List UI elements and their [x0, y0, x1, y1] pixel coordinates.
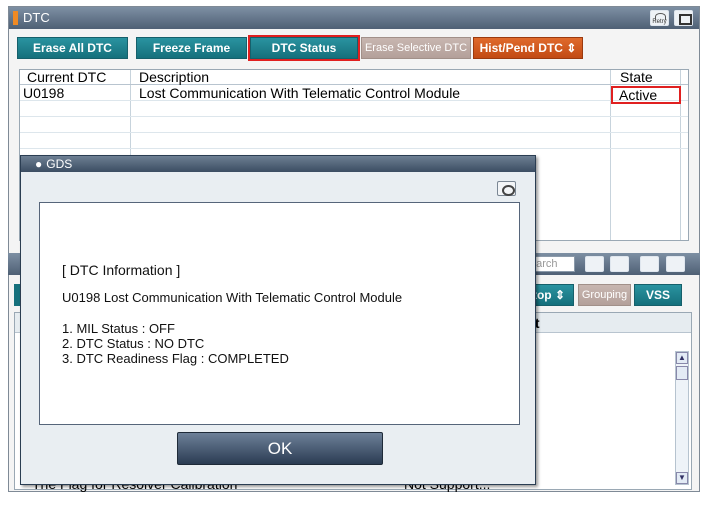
gds-dialog: ● GDS [ DTC Information ] U0198 Lost Comm… — [20, 155, 536, 485]
scroll-down-icon[interactable]: ▼ — [676, 472, 688, 484]
header-current-dtc: Current DTC — [27, 69, 107, 85]
scroll-thumb[interactable] — [676, 366, 688, 380]
retry-icon[interactable]: Retry — [650, 10, 669, 26]
erase-all-dtc-button[interactable]: Erase All DTC — [17, 37, 128, 59]
vss-button[interactable]: VSS — [634, 284, 682, 306]
title-marker — [13, 11, 18, 25]
scrollbar[interactable]: ▲ ▼ — [675, 351, 689, 485]
restore-icon[interactable] — [674, 10, 693, 26]
window-title: DTC — [23, 10, 50, 25]
dtc-information-panel: [ DTC Information ] U0198 Lost Communica… — [39, 202, 520, 425]
grouping-button[interactable]: Grouping — [578, 284, 631, 306]
info-dtc-line: U0198 Lost Communication With Telematic … — [62, 290, 403, 305]
dtc-titlebar: DTC Retry — [9, 7, 699, 29]
info-dtc-status: 2. DTC Status : NO DTC — [62, 336, 205, 351]
dtc-code: U0198 — [23, 85, 65, 101]
retry-icon[interactable] — [640, 256, 659, 272]
erase-selective-dtc-button[interactable]: Erase Selective DTC — [361, 37, 471, 59]
ok-button[interactable]: OK — [177, 432, 383, 465]
scroll-up-icon[interactable]: ▲ — [676, 352, 688, 364]
dtc-status-button[interactable]: DTC Status — [248, 35, 360, 61]
restore-icon[interactable] — [666, 256, 685, 272]
info-mil-status: 1. MIL Status : OFF — [62, 321, 175, 336]
info-readiness-flag: 3. DTC Readiness Flag : COMPLETED — [62, 351, 289, 366]
list-search-icon[interactable] — [585, 256, 604, 272]
header-state: State — [620, 69, 653, 85]
header-description: Description — [139, 69, 210, 85]
updown-icon: ⇕ — [566, 41, 577, 55]
table-row — [20, 117, 688, 133]
hist-pend-dtc-button[interactable]: Hist/Pend DTC ⇕ — [473, 37, 583, 59]
table-row — [20, 133, 688, 149]
dtc-table-header: Current DTC Description State — [20, 70, 688, 85]
hist-pend-label: Hist/Pend DTC — [479, 41, 563, 55]
gds-titlebar: ● GDS — [21, 156, 535, 172]
dialog-title: GDS — [46, 157, 73, 171]
updown-icon: ⇕ — [554, 288, 566, 302]
list-view-icon[interactable] — [610, 256, 629, 272]
info-header: [ DTC Information ] — [62, 262, 181, 278]
table-row[interactable]: U0198 Lost Communication With Telematic … — [20, 85, 688, 101]
dialog-icon: ● — [35, 157, 43, 171]
screenshot-camera-icon[interactable] — [497, 181, 516, 196]
dtc-description: Lost Communication With Telematic Contro… — [139, 85, 461, 101]
table-row — [20, 101, 688, 117]
freeze-frame-button[interactable]: Freeze Frame — [136, 37, 247, 59]
